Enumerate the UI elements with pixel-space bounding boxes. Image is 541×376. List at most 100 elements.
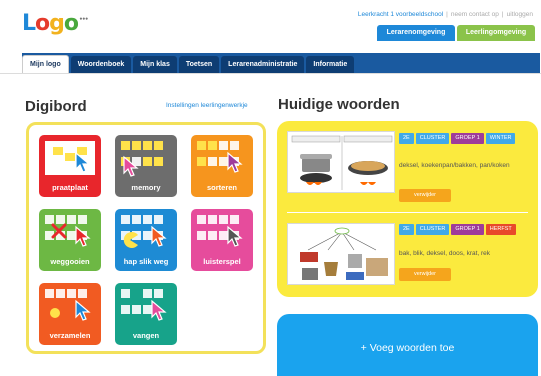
grid-square bbox=[132, 215, 141, 224]
game-tile-luisterspel[interactable]: luisterspel bbox=[191, 209, 253, 271]
grid-square bbox=[154, 157, 163, 166]
cooking-pan-image bbox=[291, 135, 393, 190]
grid-square bbox=[132, 305, 141, 314]
separator: | bbox=[446, 11, 448, 18]
grid-square bbox=[197, 215, 206, 224]
cross-icon bbox=[51, 223, 67, 239]
school-link[interactable]: Leerkracht 1 voorbeeldschool bbox=[358, 11, 443, 18]
grid-square bbox=[67, 215, 76, 224]
grid-square bbox=[121, 289, 130, 298]
delete-button[interactable]: verwijder bbox=[399, 189, 451, 202]
game-label: verzamelen bbox=[49, 331, 91, 340]
settings-link[interactable]: Instellingen leerlingenwerkje bbox=[166, 102, 248, 109]
pointer-icon bbox=[151, 225, 167, 247]
word-list: deksel, koekenpan/bakken, pan/koken bbox=[399, 162, 510, 169]
tag-level: 2E bbox=[399, 224, 414, 235]
grid-square bbox=[219, 141, 228, 150]
game-tile-vangen[interactable]: vangen bbox=[115, 283, 177, 345]
current-words-panel: 2E CLUSTER GROEP 1 WINTER deksel, koeken… bbox=[277, 121, 538, 297]
logo-dots: ••• bbox=[79, 16, 88, 23]
nav-tab-dictionary[interactable]: Woordenboek bbox=[70, 56, 132, 73]
delete-button[interactable]: verwijder bbox=[399, 268, 451, 281]
grid-square bbox=[230, 215, 239, 224]
grid-square bbox=[230, 141, 239, 150]
grid-square bbox=[132, 141, 141, 150]
word-list: bak, blik, deksel, doos, krat, rek bbox=[399, 250, 491, 257]
nav-divider bbox=[0, 73, 541, 74]
game-tile-memory[interactable]: memory bbox=[115, 135, 177, 197]
word-image-card bbox=[287, 131, 395, 193]
tag-cluster: CLUSTER bbox=[415, 224, 450, 235]
tile-block bbox=[53, 147, 63, 155]
game-label: luisterspel bbox=[203, 257, 241, 266]
grid-square bbox=[78, 289, 87, 298]
pacman-icon bbox=[123, 232, 138, 248]
game-tile-sorteren[interactable]: sorteren bbox=[191, 135, 253, 197]
pointer-icon bbox=[151, 299, 167, 321]
grid-square bbox=[121, 141, 130, 150]
pointer-icon bbox=[227, 151, 243, 173]
game-label: praatplaat bbox=[52, 183, 88, 192]
nav-tab-teacher-admin[interactable]: Lerarenadministratie bbox=[221, 56, 305, 73]
add-words-button[interactable]: + Voeg woorden toe bbox=[277, 314, 538, 376]
top-header: Logo••• Leerkracht 1 voorbeeldschool | nee… bbox=[0, 0, 541, 42]
grid-square bbox=[143, 141, 152, 150]
game-tile-weggooien[interactable]: weggooien bbox=[39, 209, 101, 271]
tag-list: 2E CLUSTER GROEP 1 HERFST bbox=[399, 224, 516, 235]
tag-group: GROEP 1 bbox=[451, 224, 484, 235]
tag-theme: WINTER bbox=[485, 133, 516, 144]
nav-tab-information[interactable]: Informatie bbox=[306, 56, 355, 73]
grid-square bbox=[154, 215, 163, 224]
grid-square bbox=[197, 231, 206, 240]
pointer-icon bbox=[75, 151, 91, 173]
contact-link[interactable]: neem contact op bbox=[451, 11, 499, 18]
grid-square bbox=[197, 141, 206, 150]
tag-list: 2E CLUSTER GROEP 1 WINTER bbox=[399, 133, 516, 144]
top-links: Leerkracht 1 voorbeeldschool | neem contac… bbox=[358, 11, 533, 18]
grid-square bbox=[208, 215, 217, 224]
grid-square bbox=[67, 289, 76, 298]
game-label: vangen bbox=[132, 331, 160, 340]
pointer-icon bbox=[123, 155, 139, 177]
pointer-icon bbox=[227, 225, 243, 247]
game-tile-hap-slik-weg[interactable]: hap slik weg bbox=[115, 209, 177, 271]
grid-square bbox=[78, 215, 87, 224]
tag-cluster: CLUSTER bbox=[415, 133, 450, 144]
main-nav: Mijn logo Woordenboek Mijn klas Toetsen … bbox=[22, 53, 356, 73]
current-words-title: Huidige woorden bbox=[278, 96, 400, 113]
add-words-label: + Voeg woorden toe bbox=[360, 342, 455, 354]
nav-tab-my-class[interactable]: Mijn klas bbox=[133, 56, 177, 73]
tab-teacher-environment[interactable]: Lerarenomgeving bbox=[377, 25, 455, 41]
word-image-card bbox=[287, 223, 395, 285]
pointer-icon bbox=[75, 225, 91, 247]
logo[interactable]: Logo••• bbox=[22, 11, 88, 36]
grid-square bbox=[154, 141, 163, 150]
logo-letter: L bbox=[22, 11, 36, 36]
group-divider bbox=[287, 212, 528, 213]
tag-group: GROEP 1 bbox=[451, 133, 484, 144]
grid-square bbox=[208, 141, 217, 150]
tag-level: 2E bbox=[399, 133, 414, 144]
logo-letter: o bbox=[63, 11, 79, 36]
tab-student-environment[interactable]: Leerlingomgeving bbox=[457, 25, 535, 41]
logo-letter: o bbox=[35, 11, 50, 36]
grid-square bbox=[143, 215, 152, 224]
grid-square bbox=[45, 289, 54, 298]
game-tile-verzamelen[interactable]: verzamelen bbox=[39, 283, 101, 345]
grid-square bbox=[143, 157, 152, 166]
game-tile-praatplaat[interactable]: praatplaat bbox=[39, 135, 101, 197]
game-label: sorteren bbox=[206, 183, 237, 192]
game-label: hap slik weg bbox=[123, 257, 169, 266]
separator: | bbox=[501, 11, 504, 18]
grid-square bbox=[219, 215, 228, 224]
grid-square bbox=[197, 157, 206, 166]
logout-link[interactable]: uitloggen bbox=[507, 11, 533, 18]
digibord-panel: praatplaat memory sorteren weggooien hap… bbox=[26, 122, 266, 354]
environment-tabs: Lerarenomgeving Leerlingomgeving bbox=[377, 25, 535, 41]
grid-square bbox=[208, 231, 217, 240]
nav-tab-my-logo[interactable]: Mijn logo bbox=[22, 55, 69, 73]
logo-letter: g bbox=[49, 11, 65, 36]
grid-square bbox=[154, 289, 163, 298]
nav-tab-tests[interactable]: Toetsen bbox=[178, 56, 220, 73]
coin-icon bbox=[50, 308, 60, 318]
